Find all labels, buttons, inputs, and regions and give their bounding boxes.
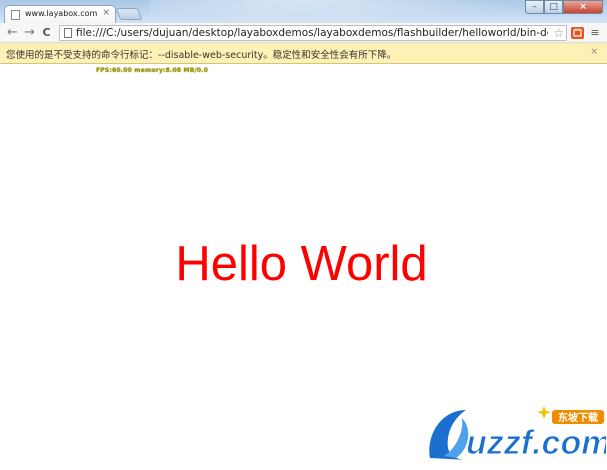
watermark-text: uzzf.com [466,424,606,462]
watermark-badge: 东坡下载 [558,411,598,424]
reload-button[interactable]: C [39,25,54,40]
browser-toolbar: ← → C file:///C:/users/dujuan/desktop/la… [0,23,607,43]
extension-glyph-icon [573,28,582,37]
new-tab-button[interactable] [115,8,143,20]
window-controls: – □ × [525,0,603,15]
watermark-logo: 东坡下载 uzzf.com [424,404,607,466]
bookmark-star-icon[interactable]: ☆ [553,26,564,40]
address-bar[interactable]: file:///C:/users/dujuan/desktop/layaboxd… [59,25,567,41]
hello-world-text: Hello World [0,236,607,292]
tab-title: www.layabox.com [25,9,98,18]
infobar-close-icon[interactable]: × [590,47,598,57]
minimize-button[interactable]: – [525,0,544,14]
browser-tab[interactable]: www.layabox.com × [4,5,116,24]
warning-infobar: 您使用的是不受支持的命令行标记：--disable-web-security。稳… [0,43,607,64]
watermark-logo-icon: 东坡下载 uzzf.com [429,406,607,463]
maximize-button[interactable]: □ [544,0,563,14]
forward-button[interactable]: → [22,25,37,40]
title-bar: www.layabox.com × – □ × [0,0,607,24]
tab-close-icon[interactable]: × [102,8,110,18]
title-bar-glass [150,0,530,23]
stats-readout: FPS:60.00 memory:8.08 MB/0.0 [96,67,209,74]
page-icon [64,28,72,38]
url-text[interactable]: file:///C:/users/dujuan/desktop/layaboxd… [76,26,548,41]
infobar-message: 您使用的是不受支持的命令行标记：--disable-web-security。稳… [6,50,397,61]
close-window-button[interactable]: × [563,0,603,14]
hello-world-label: Hello World [175,237,428,291]
page-icon [11,10,20,20]
extension-icon[interactable] [571,27,584,39]
back-button[interactable]: ← [5,25,20,40]
menu-icon[interactable]: ≡ [589,25,601,40]
